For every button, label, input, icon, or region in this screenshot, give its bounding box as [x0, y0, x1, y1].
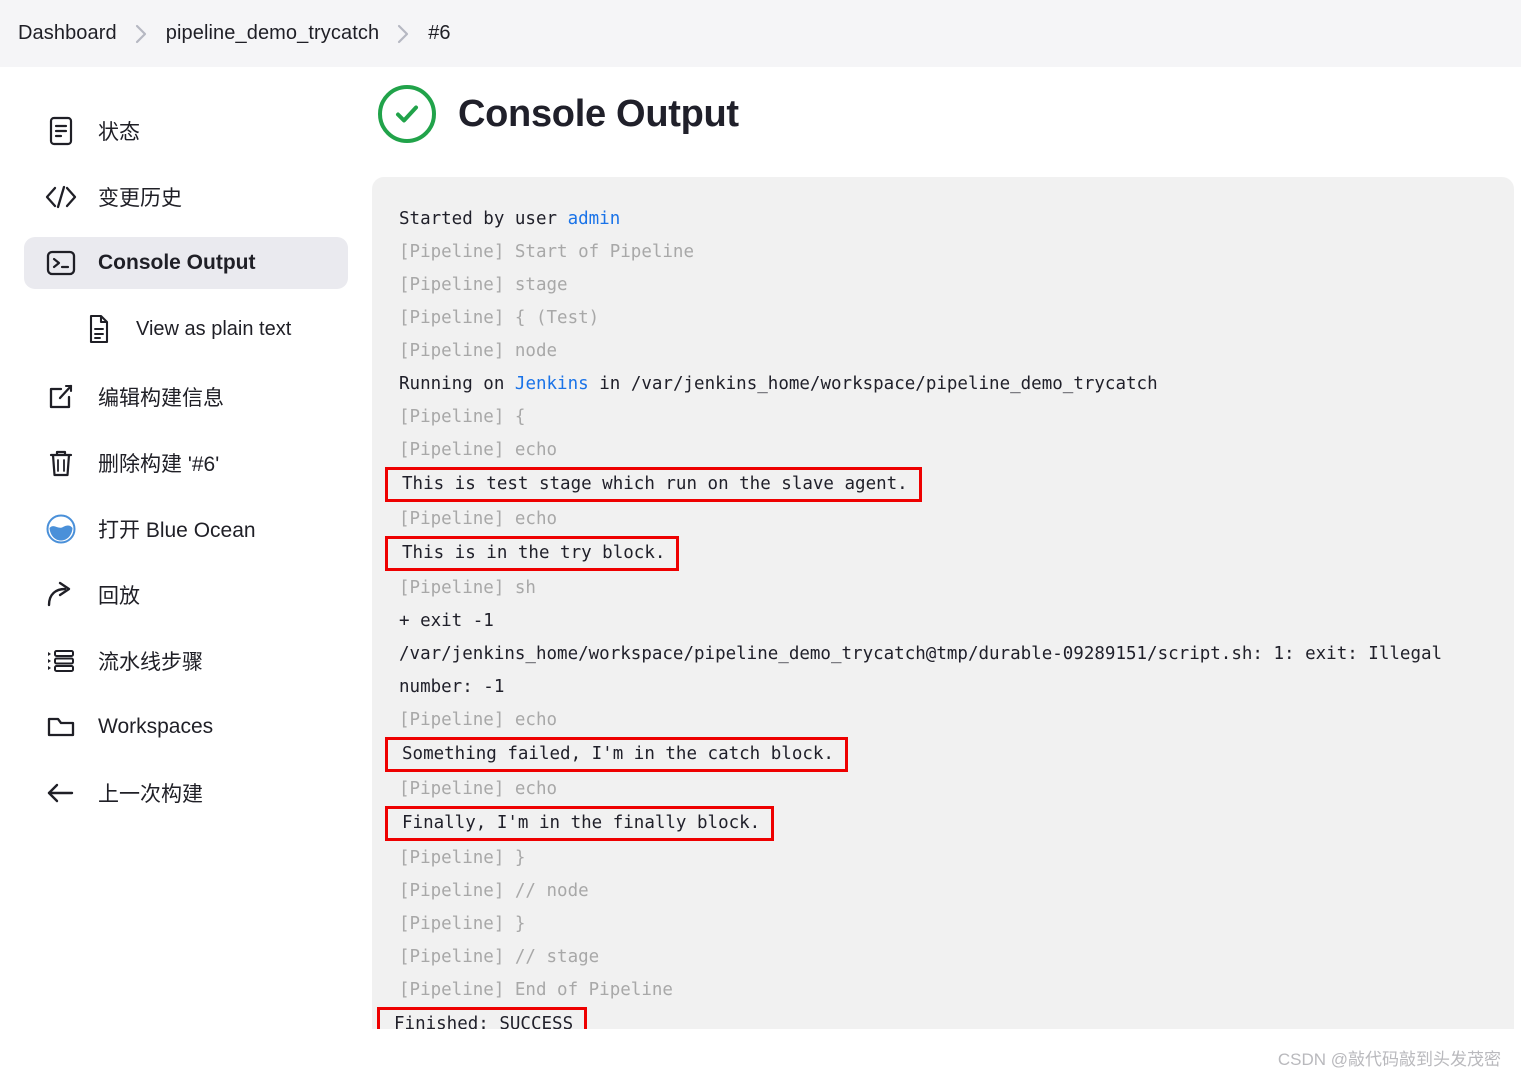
- console-log-line-highlighted: This is test stage which run on the slav…: [372, 467, 1514, 503]
- sidebar-item-previous-build[interactable]: 上一次构建: [24, 767, 348, 819]
- trash-icon: [44, 448, 78, 478]
- sidebar-item-replay[interactable]: 回放: [24, 569, 348, 621]
- sidebar-item-label: 流水线步骤: [98, 651, 203, 674]
- arrow-left-icon: [44, 781, 78, 805]
- sidebar-item-open-blue-ocean[interactable]: 打开 Blue Ocean: [24, 503, 348, 555]
- console-log-line: [Pipeline] echo: [399, 509, 558, 529]
- sidebar-item-label: 状态: [98, 121, 140, 144]
- console-log-line: Running on Jenkins in /var/jenkins_home/…: [399, 374, 1158, 394]
- console-log-line: [Pipeline] Start of Pipeline: [399, 242, 695, 262]
- sidebar-item-label: 变更历史: [98, 187, 182, 210]
- breadcrumb-item-dashboard[interactable]: Dashboard: [18, 22, 117, 45]
- code-brackets-icon: [44, 185, 78, 209]
- sidebar-item-changes[interactable]: 变更历史: [24, 171, 348, 223]
- replay-arrow-icon: [44, 581, 78, 609]
- console-log-line: + exit -1: [399, 611, 494, 631]
- console-log-line: [Pipeline] echo: [399, 779, 558, 799]
- console-log-line: [Pipeline] node: [399, 341, 558, 361]
- console-log-link[interactable]: admin: [568, 209, 621, 229]
- console-log-line: [Pipeline] {: [399, 407, 526, 427]
- sidebar-item-label: 上一次构建: [98, 783, 203, 806]
- console-log-line: [Pipeline] }: [399, 914, 526, 934]
- success-check-circle-icon: [378, 85, 436, 143]
- sidebar-item-pipeline-steps[interactable]: 流水线步骤: [24, 635, 348, 687]
- console-log-panel[interactable]: Started by user admin [Pipeline] Start of…: [372, 177, 1514, 1029]
- document-status-icon: [44, 116, 78, 146]
- sidebar-item-delete-build[interactable]: 删除构建 '#6': [24, 437, 348, 489]
- console-log-line: [Pipeline] stage: [399, 275, 568, 295]
- console-log-text: This is in the try block.: [385, 536, 680, 571]
- console-log-body: Started by user admin [Pipeline] Start of…: [372, 203, 1514, 1029]
- sidebar-item-label: 回放: [98, 585, 140, 608]
- console-log-line: [Pipeline] echo: [399, 710, 558, 730]
- folder-icon: [44, 714, 78, 740]
- console-log-line-highlighted: Finished: SUCCESS: [372, 1007, 1514, 1029]
- sidebar-item-console-output[interactable]: Console Output: [24, 237, 348, 289]
- sidebar-item-label: 删除构建 '#6': [98, 453, 220, 476]
- console-log-line-highlighted: Something failed, I'm in the catch block…: [372, 737, 1514, 773]
- sidebar-item-label: 编辑构建信息: [98, 387, 224, 410]
- sidebar-item-view-as-plain-text[interactable]: View as plain text: [24, 303, 348, 355]
- pipeline-steps-icon: [44, 647, 78, 675]
- console-log-line: [Pipeline] echo: [399, 440, 558, 460]
- sidebar-item-workspaces[interactable]: Workspaces: [24, 701, 348, 753]
- console-log-link[interactable]: Jenkins: [515, 374, 589, 394]
- console-log-line-highlighted: Finally, I'm in the finally block.: [372, 806, 1514, 842]
- chevron-right-icon: [135, 24, 148, 44]
- console-log-line: [Pipeline] End of Pipeline: [399, 980, 673, 1000]
- console-log-line-highlighted: This is in the try block.: [372, 536, 1514, 572]
- console-log-text: Finally, I'm in the finally block.: [385, 806, 775, 841]
- sidebar-item-label: View as plain text: [136, 317, 292, 340]
- terminal-icon: [44, 249, 78, 277]
- sidebar-item-label: 打开 Blue Ocean: [98, 519, 256, 542]
- chevron-right-icon: [397, 24, 410, 44]
- breadcrumb-item-build[interactable]: #6: [428, 22, 450, 45]
- console-log-text: Finished: SUCCESS: [377, 1007, 588, 1029]
- console-output-heading: Console Output: [378, 79, 1521, 149]
- console-log-line: number: -1: [399, 677, 505, 697]
- console-log-line: [Pipeline] // node: [399, 881, 589, 901]
- console-log-text: Something failed, I'm in the catch block…: [385, 737, 848, 772]
- console-log-line: [Pipeline] { (Test): [399, 308, 600, 328]
- console-log-line: [Pipeline] sh: [399, 578, 536, 598]
- page-body: 状态 变更历史 Console Output View as plain tex…: [0, 67, 1521, 1086]
- console-log-line: /var/jenkins_home/workspace/pipeline_dem…: [399, 644, 1443, 664]
- console-log-line: Started by user admin: [399, 209, 621, 229]
- page-title: Console Output: [458, 92, 739, 135]
- console-log-text: This is test stage which run on the slav…: [385, 467, 922, 502]
- watermark: CSDN @敲代码敲到头发茂密: [1277, 1050, 1501, 1069]
- sidebar-item-edit-build-info[interactable]: 编辑构建信息: [24, 371, 348, 423]
- breadcrumb-bar: Dashboard pipeline_demo_trycatch #6: [0, 0, 1521, 67]
- sidebar-item-status[interactable]: 状态: [24, 105, 348, 157]
- edit-square-icon: [44, 383, 78, 411]
- console-log-line: [Pipeline] // stage: [399, 947, 600, 967]
- sidebar-item-label: Workspaces: [98, 715, 214, 738]
- sidebar: 状态 变更历史 Console Output View as plain tex…: [0, 67, 372, 1086]
- console-log-line: [Pipeline] }: [399, 848, 526, 868]
- plain-text-file-icon: [82, 314, 116, 344]
- sidebar-item-label: Console Output: [98, 251, 256, 274]
- blue-ocean-icon: [44, 513, 78, 545]
- breadcrumb-item-job[interactable]: pipeline_demo_trycatch: [166, 22, 379, 45]
- main-content: Console Output Started by user admin [Pip…: [372, 67, 1521, 1086]
